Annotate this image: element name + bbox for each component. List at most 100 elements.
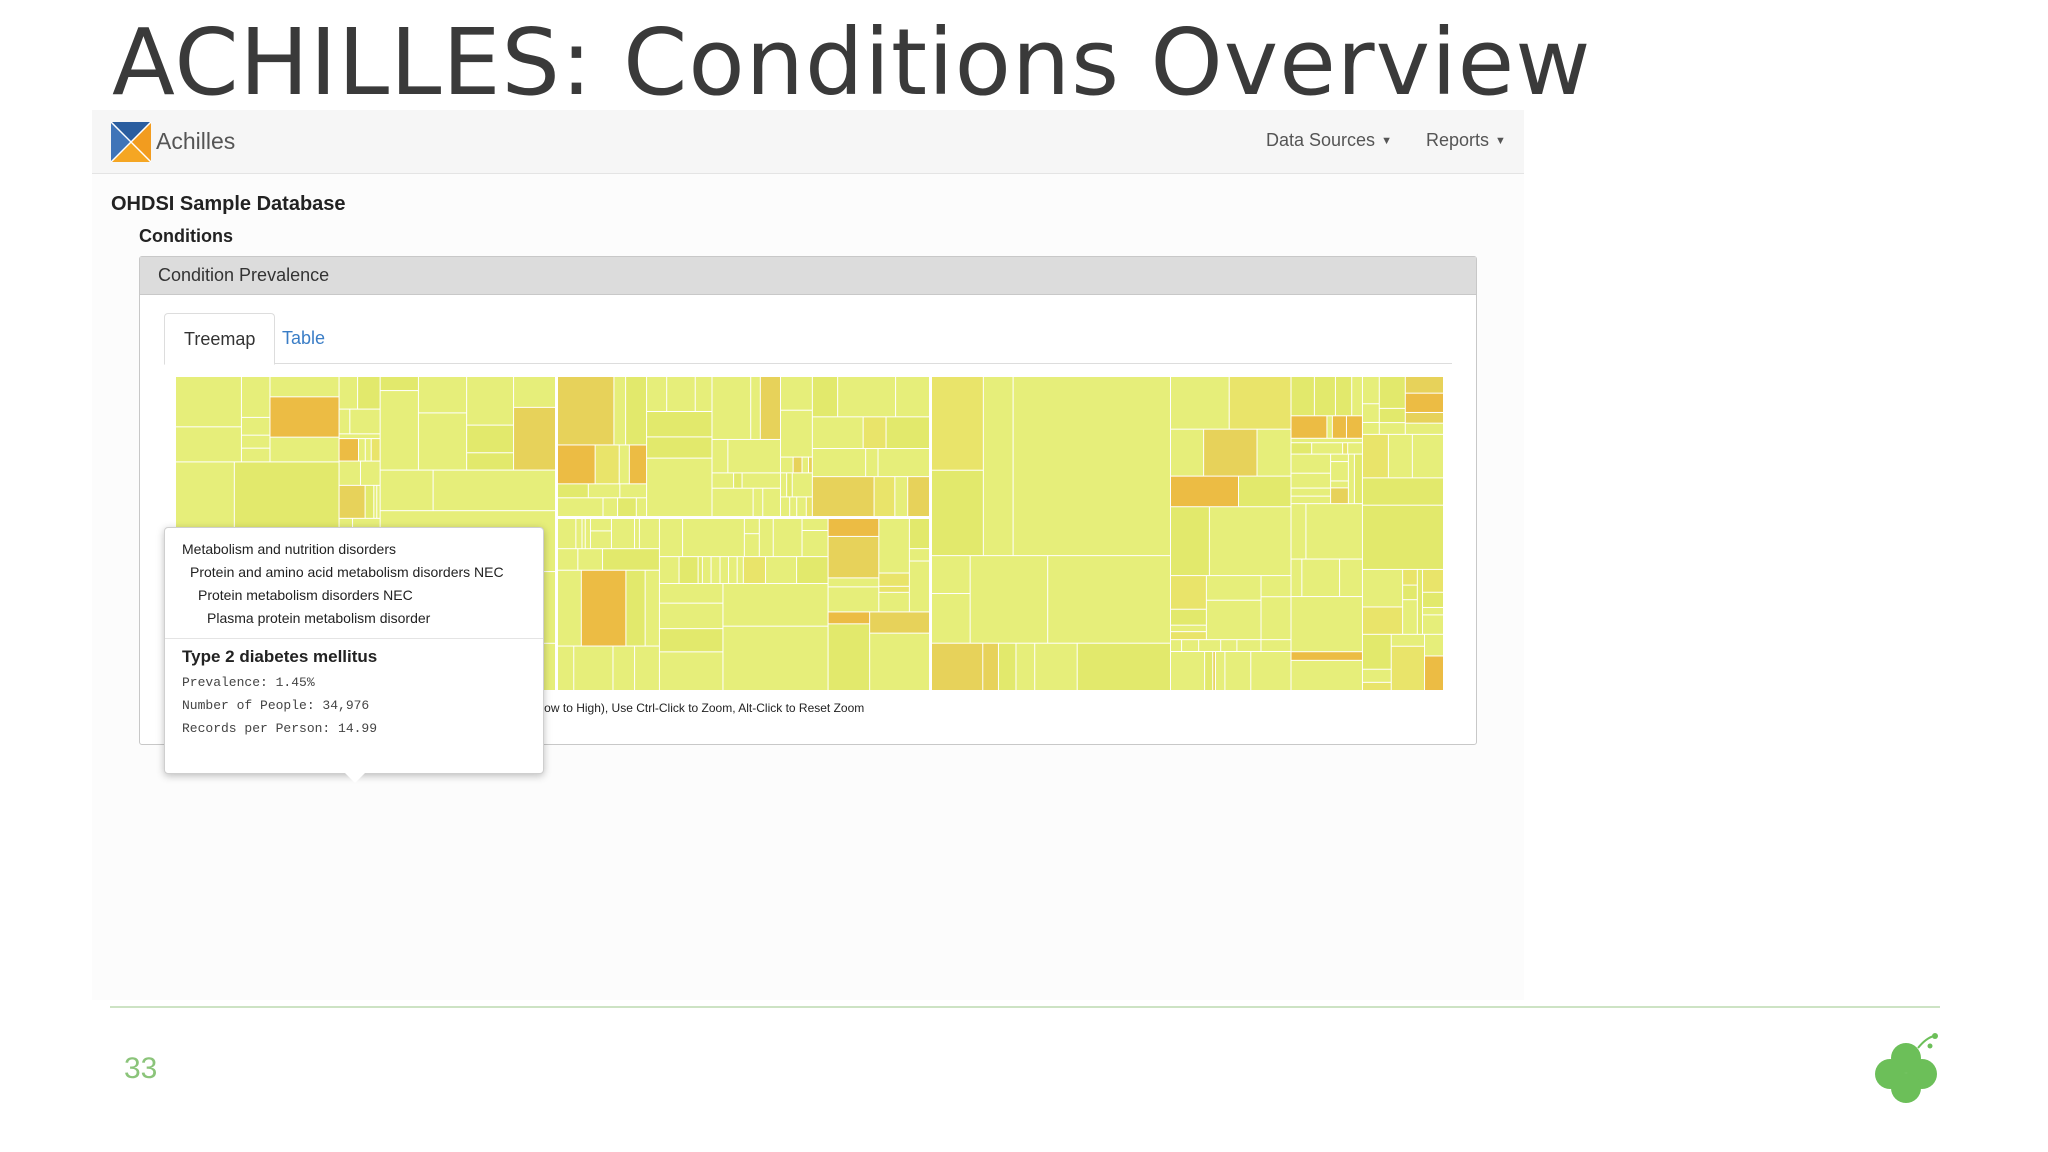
treemap-cell[interactable] (1205, 652, 1213, 690)
treemap-cell[interactable] (558, 549, 578, 570)
treemap-cell[interactable] (744, 534, 759, 557)
tab-table[interactable]: Table (263, 313, 344, 363)
treemap-cell[interactable] (241, 417, 270, 435)
treemap-cell[interactable] (720, 557, 729, 584)
treemap-cell[interactable] (667, 377, 695, 412)
treemap-cell[interactable] (753, 488, 763, 516)
treemap-cell[interactable] (1171, 632, 1206, 640)
treemap-cell[interactable] (1261, 640, 1291, 652)
treemap-cell[interactable] (1225, 652, 1251, 690)
treemap-cell[interactable] (1362, 505, 1443, 569)
treemap-cell[interactable] (590, 519, 611, 531)
treemap-cell[interactable] (679, 557, 698, 584)
treemap-cell[interactable] (1405, 393, 1443, 412)
treemap-cell[interactable] (1423, 592, 1443, 607)
treemap-cell[interactable] (467, 425, 514, 453)
treemap-cell[interactable] (1331, 488, 1348, 504)
treemap-cell[interactable] (1239, 476, 1291, 507)
treemap-cell[interactable] (1261, 597, 1291, 640)
treemap-cell[interactable] (1048, 556, 1171, 643)
treemap-cell[interactable] (1171, 652, 1205, 690)
treemap-cell[interactable] (812, 477, 874, 516)
treemap-cell[interactable] (647, 458, 712, 516)
treemap-cell[interactable] (1331, 481, 1348, 488)
treemap-cell[interactable] (1204, 429, 1257, 476)
treemap-cell[interactable] (1291, 652, 1362, 660)
treemap-cell[interactable] (1182, 640, 1199, 652)
reports-menu[interactable]: Reports ▼ (1426, 130, 1506, 151)
treemap-cell[interactable] (1251, 652, 1291, 690)
treemap-cell[interactable] (759, 519, 773, 557)
treemap-cell[interactable] (358, 377, 380, 409)
treemap-cell[interactable] (659, 603, 723, 629)
treemap-cell[interactable] (359, 439, 365, 461)
treemap-cell[interactable] (1362, 377, 1379, 404)
treemap-cell[interactable] (983, 643, 998, 690)
treemap-cell[interactable] (558, 445, 595, 484)
tab-treemap[interactable]: Treemap (164, 313, 276, 365)
treemap-cell[interactable] (1388, 434, 1412, 478)
treemap-cell[interactable] (879, 573, 909, 586)
treemap-cell[interactable] (360, 461, 380, 485)
treemap-cell[interactable] (802, 530, 828, 557)
treemap-cell[interactable] (1237, 640, 1261, 652)
treemap-cell[interactable] (698, 557, 702, 584)
treemap-cell[interactable] (365, 439, 371, 461)
treemap-cell[interactable] (433, 470, 555, 511)
treemap-cell[interactable] (626, 377, 647, 445)
treemap-cell[interactable] (1291, 438, 1362, 443)
treemap-cell[interactable] (659, 629, 723, 652)
treemap-cell[interactable] (763, 488, 781, 516)
treemap-cell[interactable] (270, 377, 339, 397)
treemap-cell[interactable] (647, 437, 712, 458)
treemap-cell[interactable] (1405, 412, 1443, 423)
treemap-cell[interactable] (558, 519, 576, 549)
treemap-cell[interactable] (581, 570, 626, 646)
treemap-cell[interactable] (1229, 377, 1291, 429)
treemap-cell[interactable] (635, 646, 659, 690)
treemap-cell[interactable] (1312, 443, 1343, 454)
treemap-cell[interactable] (729, 557, 737, 584)
treemap-cell[interactable] (558, 570, 581, 646)
treemap-cell[interactable] (241, 377, 270, 417)
treemap-cell[interactable] (619, 445, 629, 484)
treemap-cell[interactable] (467, 377, 514, 425)
app-brand[interactable]: Achilles (156, 128, 235, 155)
treemap-cell[interactable] (595, 445, 619, 484)
treemap-cell[interactable] (371, 439, 380, 461)
treemap-cell[interactable] (582, 519, 585, 549)
treemap-cell[interactable] (629, 445, 647, 484)
treemap-cell[interactable] (866, 449, 878, 477)
treemap-cell[interactable] (639, 519, 659, 549)
treemap-cell[interactable] (712, 377, 751, 439)
treemap-cell[interactable] (576, 519, 582, 549)
treemap-cell[interactable] (828, 519, 879, 536)
treemap-cell[interactable] (514, 407, 555, 470)
treemap-cell[interactable] (773, 519, 802, 557)
treemap-cell[interactable] (932, 556, 970, 594)
treemap-cell[interactable] (1403, 585, 1417, 600)
treemap-cell[interactable] (1221, 640, 1237, 652)
treemap-cell[interactable] (895, 477, 908, 516)
treemap-cell[interactable] (1171, 476, 1239, 507)
treemap-cell[interactable] (1362, 669, 1391, 682)
treemap-cell[interactable] (618, 498, 636, 516)
treemap-cell[interactable] (723, 626, 828, 690)
treemap-cell[interactable] (781, 377, 812, 410)
treemap-cell[interactable] (339, 434, 380, 439)
treemap-cell[interactable] (339, 461, 360, 485)
treemap-cell[interactable] (659, 519, 683, 557)
treemap-cell[interactable] (878, 449, 929, 477)
treemap-cell[interactable] (574, 646, 613, 690)
treemap-cell[interactable] (1346, 416, 1362, 438)
treemap-cell[interactable] (1327, 416, 1332, 438)
treemap-cell[interactable] (1362, 422, 1379, 434)
treemap-cell[interactable] (603, 549, 659, 570)
treemap-cell[interactable] (781, 473, 787, 497)
treemap-cell[interactable] (802, 457, 808, 473)
treemap-cell[interactable] (1213, 652, 1215, 690)
treemap-cell[interactable] (620, 484, 647, 498)
treemap-cell[interactable] (418, 413, 467, 470)
treemap-cell[interactable] (176, 377, 241, 427)
treemap-cell[interactable] (1405, 423, 1443, 434)
